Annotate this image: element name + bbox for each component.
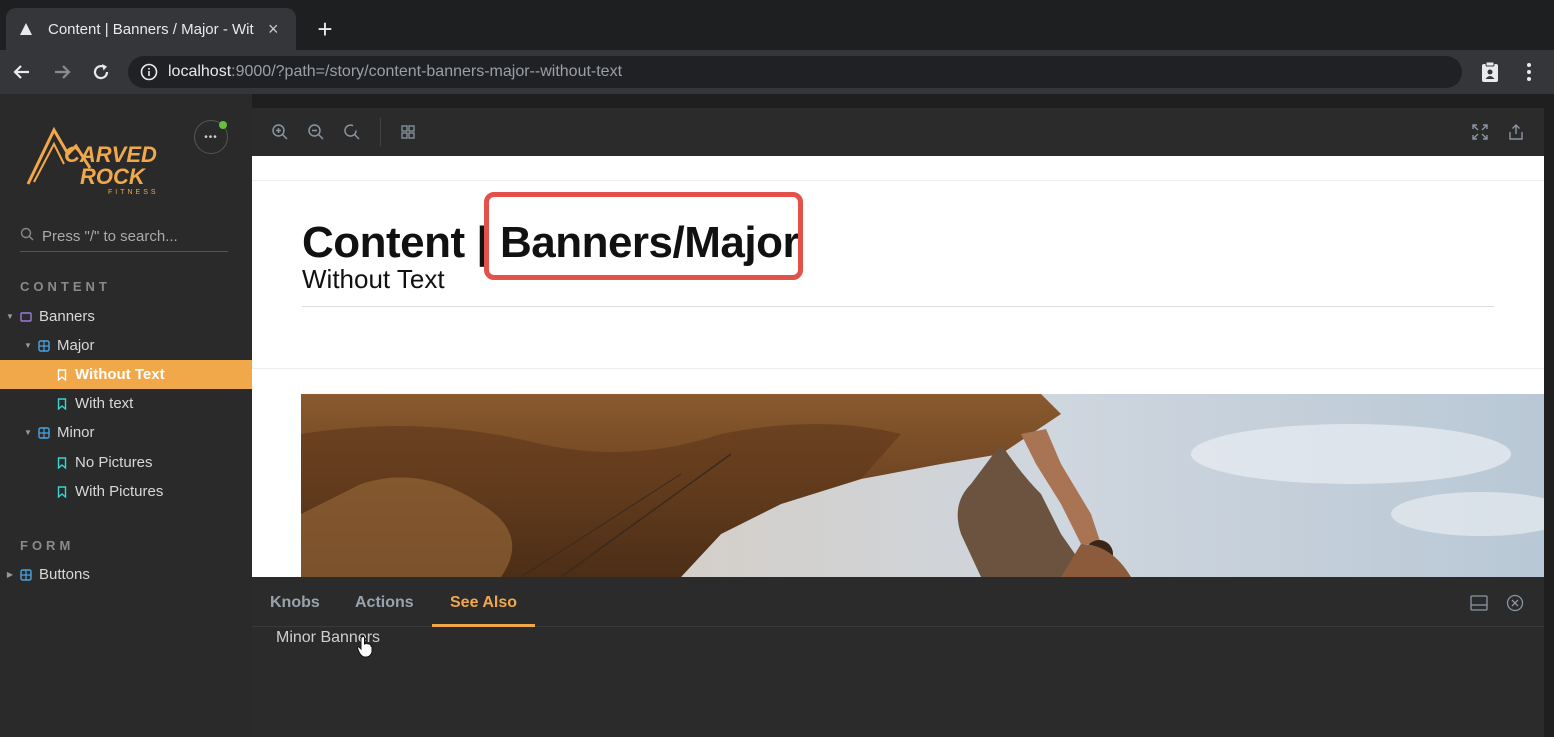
svg-text:ROCK: ROCK bbox=[80, 164, 147, 189]
url-host: localhost bbox=[168, 63, 232, 80]
divider bbox=[302, 306, 1494, 307]
tree-item-label: Without Text bbox=[75, 366, 165, 383]
browser-tab[interactable]: Content | Banners / Major - Wit × bbox=[6, 8, 296, 50]
section-title-content: CONTENT bbox=[20, 279, 111, 294]
window-edge bbox=[1544, 94, 1554, 737]
tree-item-label: Major bbox=[57, 337, 95, 354]
bookmark-icon bbox=[56, 368, 68, 381]
highlight-annotation-box bbox=[484, 192, 803, 280]
browser-tab-title: Content | Banners / Major - Wit bbox=[48, 20, 254, 38]
section-title-form: FORM bbox=[20, 538, 75, 553]
tab-knobs[interactable]: Knobs bbox=[270, 577, 320, 627]
storybook-favicon-icon bbox=[18, 21, 34, 37]
svg-text:FITNESS: FITNESS bbox=[108, 189, 159, 196]
bookmark-icon bbox=[56, 456, 68, 469]
browser-tab-bar: Content | Banners / Major - Wit × + bbox=[0, 0, 1554, 50]
site-info-icon[interactable] bbox=[140, 63, 158, 81]
browser-menu-icon[interactable] bbox=[1518, 61, 1540, 83]
divider bbox=[252, 180, 1544, 181]
tree-item-minor[interactable]: ▼ Minor bbox=[0, 418, 252, 447]
tree-item-label: With Pictures bbox=[75, 483, 164, 500]
folder-icon bbox=[20, 311, 32, 323]
zoom-in-icon[interactable] bbox=[270, 122, 290, 142]
carved-rock-logo[interactable]: CARVED ROCK FITNESS bbox=[24, 124, 182, 196]
component-icon bbox=[20, 568, 32, 581]
component-icon bbox=[38, 426, 50, 439]
addons-panel: Knobs Actions See Also Minor Banners bbox=[252, 577, 1544, 737]
tab-close-icon[interactable]: × bbox=[268, 20, 279, 38]
tree-item-with-text[interactable]: With text bbox=[0, 389, 252, 418]
url-path: :9000/?path=/story/content-banners-major… bbox=[231, 63, 623, 80]
tree-item-with-pictures[interactable]: With Pictures bbox=[0, 477, 252, 506]
tree-item-label: No Pictures bbox=[75, 454, 153, 471]
story-subtitle: Without Text bbox=[302, 264, 445, 294]
update-status-dot bbox=[219, 121, 227, 129]
tree-item-label: Minor bbox=[57, 424, 95, 441]
menu-dots-label: ••• bbox=[204, 131, 218, 143]
back-icon[interactable] bbox=[10, 60, 34, 84]
zoom-out-icon[interactable] bbox=[306, 122, 326, 142]
component-icon bbox=[38, 339, 50, 352]
tab-see-also[interactable]: See Also bbox=[432, 577, 535, 627]
grid-icon[interactable] bbox=[398, 122, 418, 142]
tree-item-label: Banners bbox=[39, 308, 95, 325]
tree-item-buttons[interactable]: ▶ Buttons bbox=[0, 560, 252, 589]
tree-item-without-text[interactable]: Without Text bbox=[0, 360, 252, 389]
sidebar-search[interactable] bbox=[20, 222, 228, 252]
search-input[interactable] bbox=[42, 228, 222, 245]
tree-item-banners[interactable]: ▼ Banners bbox=[0, 302, 252, 331]
share-icon[interactable] bbox=[1506, 122, 1526, 142]
clipboard-extension-icon[interactable] bbox=[1479, 61, 1501, 83]
zoom-reset-icon[interactable] bbox=[342, 122, 362, 142]
tree-item-label: With text bbox=[75, 395, 134, 412]
forward-icon[interactable] bbox=[50, 60, 74, 84]
storybook-sidebar: CARVED ROCK FITNESS ••• CONTENT ▼ Banner… bbox=[0, 94, 252, 737]
fullscreen-icon[interactable] bbox=[1470, 122, 1490, 142]
tab-actions[interactable]: Actions bbox=[355, 577, 414, 627]
bookmark-icon bbox=[56, 485, 68, 498]
browser-toolbar: localhost:9000/?path=/story/content-bann… bbox=[0, 50, 1554, 94]
close-panel-icon[interactable] bbox=[1506, 594, 1524, 612]
reload-icon[interactable] bbox=[89, 60, 113, 84]
bookmark-icon bbox=[56, 397, 68, 410]
preview-toolbar bbox=[252, 108, 1544, 156]
tree-item-label: Buttons bbox=[39, 566, 90, 583]
new-tab-button[interactable]: + bbox=[312, 16, 338, 42]
address-bar[interactable]: localhost:9000/?path=/story/content-bann… bbox=[128, 56, 1462, 88]
panel-position-icon[interactable] bbox=[1470, 594, 1488, 612]
expand-arrow-icon[interactable]: ▼ bbox=[6, 312, 14, 321]
url-text: localhost:9000/?path=/story/content-bann… bbox=[168, 63, 622, 81]
hand-cursor-icon bbox=[356, 636, 374, 658]
expand-arrow-icon[interactable]: ▼ bbox=[24, 428, 32, 437]
story-preview: Content | Banners/Major Without Text bbox=[252, 156, 1544, 577]
collapse-arrow-icon[interactable]: ▶ bbox=[6, 570, 14, 579]
tree-item-major[interactable]: ▼ Major bbox=[0, 331, 252, 360]
storybook-menu-button[interactable]: ••• bbox=[194, 120, 228, 154]
tree-item-no-pictures[interactable]: No Pictures bbox=[0, 448, 252, 477]
expand-arrow-icon[interactable]: ▼ bbox=[24, 341, 32, 350]
search-icon bbox=[20, 227, 34, 246]
addons-tab-bar: Knobs Actions See Also bbox=[252, 577, 1544, 627]
divider bbox=[252, 368, 1544, 369]
toolbar-divider bbox=[380, 118, 381, 146]
major-banner-image bbox=[301, 394, 1544, 577]
